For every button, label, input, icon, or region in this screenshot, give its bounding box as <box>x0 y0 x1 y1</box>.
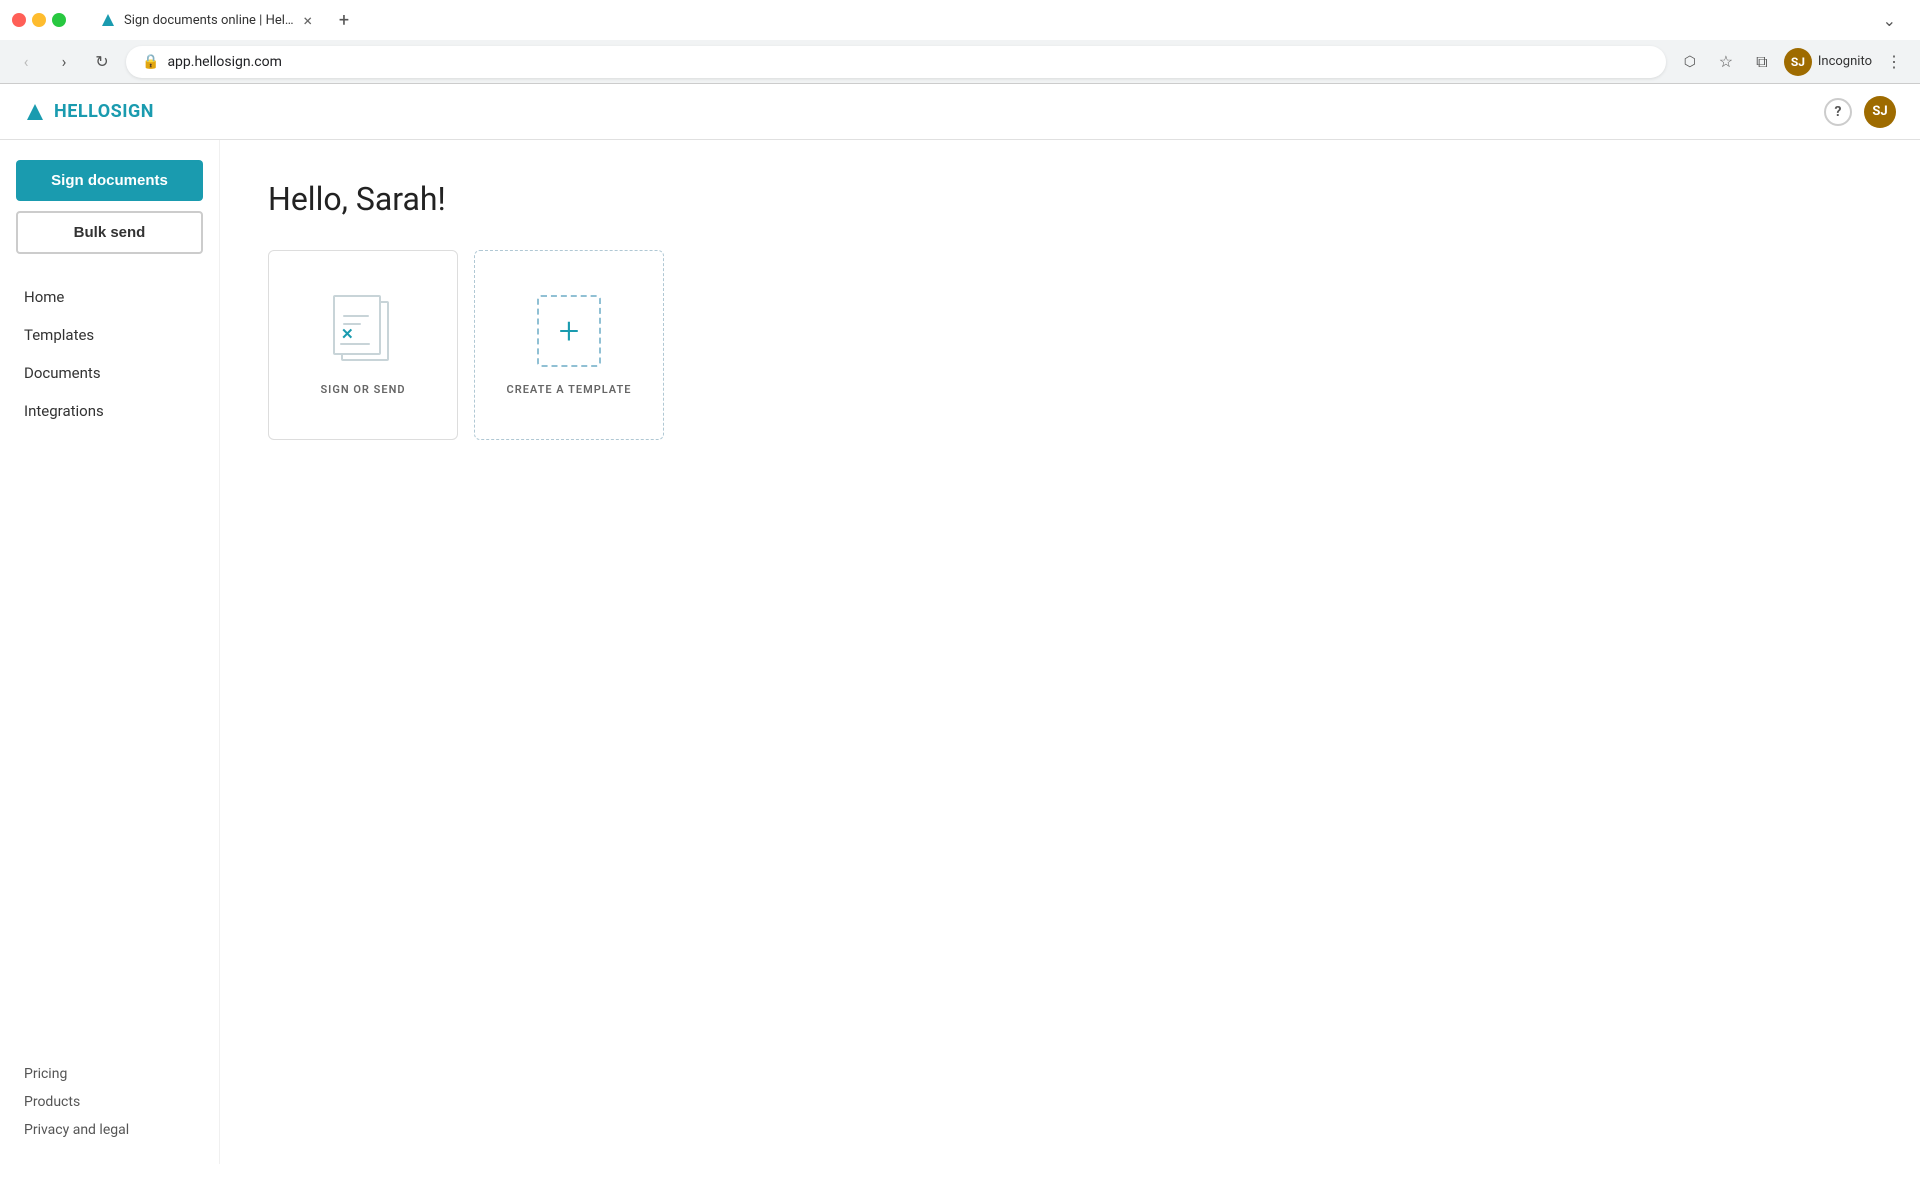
maximize-window-dot[interactable] <box>52 13 66 27</box>
doc-x-mark: ✕ <box>341 325 354 343</box>
action-cards: ✕ SIGN OR SEND + CREATE A TEMPLATE <box>268 250 1872 440</box>
lock-icon: 🔒 <box>142 54 159 70</box>
app: HELLOSIGN ? SJ Sign documents Bulk send … <box>0 84 1920 1164</box>
active-tab[interactable]: Sign documents online | HelloS... × <box>86 2 326 38</box>
incognito-badge: SJ Incognito <box>1784 48 1872 76</box>
create-template-label: CREATE A TEMPLATE <box>507 383 632 396</box>
create-template-icon: + <box>537 295 601 367</box>
doc-underline <box>340 343 370 345</box>
profile-initials: SJ <box>1791 55 1805 69</box>
cast-icon[interactable]: ⬡ <box>1676 48 1704 76</box>
refresh-button[interactable]: ↻ <box>88 48 116 76</box>
window-controls <box>12 13 66 27</box>
help-icon: ? <box>1835 104 1842 120</box>
forward-button[interactable]: › <box>50 48 78 76</box>
sidebar-footer: Pricing Products Privacy and legal <box>16 1040 203 1144</box>
avatar-initials: SJ <box>1872 104 1887 119</box>
user-avatar[interactable]: SJ <box>1864 96 1896 128</box>
sign-or-send-icon: ✕ <box>333 295 393 367</box>
tab-favicon <box>100 12 116 28</box>
doc-line-1 <box>343 315 369 317</box>
more-menu-button[interactable]: ⋮ <box>1880 48 1908 76</box>
browser-actions: ⬡ ☆ ⧉ SJ Incognito ⋮ <box>1676 48 1908 76</box>
sign-or-send-label: SIGN OR SEND <box>320 383 405 396</box>
app-body: Sign documents Bulk send Home Templates … <box>0 140 1920 1164</box>
tab-title: Sign documents online | HelloS... <box>124 13 295 28</box>
hellosign-logo: HELLOSIGN <box>24 101 154 123</box>
split-view-icon[interactable]: ⧉ <box>1748 48 1776 76</box>
close-window-dot[interactable] <box>12 13 26 27</box>
create-template-card[interactable]: + CREATE A TEMPLATE <box>474 250 664 440</box>
main-content: Hello, Sarah! ✕ <box>220 140 1920 1164</box>
sidebar-item-documents[interactable]: Documents <box>16 354 203 392</box>
sign-documents-button[interactable]: Sign documents <box>16 160 203 201</box>
footer-products[interactable]: Products <box>16 1088 203 1116</box>
tab-bar: Sign documents online | HelloS... × + ⌄ <box>74 2 1908 38</box>
bulk-send-button[interactable]: Bulk send <box>16 211 203 254</box>
url-text: app.hellosign.com <box>167 54 281 70</box>
sidebar: Sign documents Bulk send Home Templates … <box>0 140 220 1164</box>
logo-text: HELLOSIGN <box>54 101 154 122</box>
back-button[interactable]: ‹ <box>12 48 40 76</box>
browser-titlebar: Sign documents online | HelloS... × + ⌄ <box>0 0 1920 40</box>
sidebar-nav: Home Templates Documents Integrations <box>16 278 203 430</box>
header-right: ? SJ <box>1824 96 1896 128</box>
sidebar-item-templates[interactable]: Templates <box>16 316 203 354</box>
sign-or-send-card[interactable]: ✕ SIGN OR SEND <box>268 250 458 440</box>
help-button[interactable]: ? <box>1824 98 1852 126</box>
footer-privacy[interactable]: Privacy and legal <box>16 1116 203 1144</box>
footer-pricing[interactable]: Pricing <box>16 1060 203 1088</box>
sidebar-item-integrations[interactable]: Integrations <box>16 392 203 430</box>
minimize-window-dot[interactable] <box>32 13 46 27</box>
browser-chrome: Sign documents online | HelloS... × + ⌄ … <box>0 0 1920 84</box>
new-tab-button[interactable]: + <box>330 6 358 34</box>
browser-toolbar: ‹ › ↻ 🔒 app.hellosign.com ⬡ ☆ ⧉ SJ Incog… <box>0 40 1920 84</box>
page-greeting: Hello, Sarah! <box>268 180 1872 218</box>
tab-bar-extend[interactable]: ⌄ <box>1883 11 1896 30</box>
incognito-text: Incognito <box>1818 54 1872 69</box>
profile-avatar-small[interactable]: SJ <box>1784 48 1812 76</box>
sidebar-item-home[interactable]: Home <box>16 278 203 316</box>
logo-icon <box>24 101 46 123</box>
tab-close-button[interactable]: × <box>303 11 312 30</box>
plus-symbol: + <box>559 313 579 349</box>
app-header: HELLOSIGN ? SJ <box>0 84 1920 140</box>
bookmark-star-icon[interactable]: ☆ <box>1712 48 1740 76</box>
doc-front-page: ✕ <box>333 295 381 355</box>
address-bar[interactable]: 🔒 app.hellosign.com <box>126 46 1666 78</box>
